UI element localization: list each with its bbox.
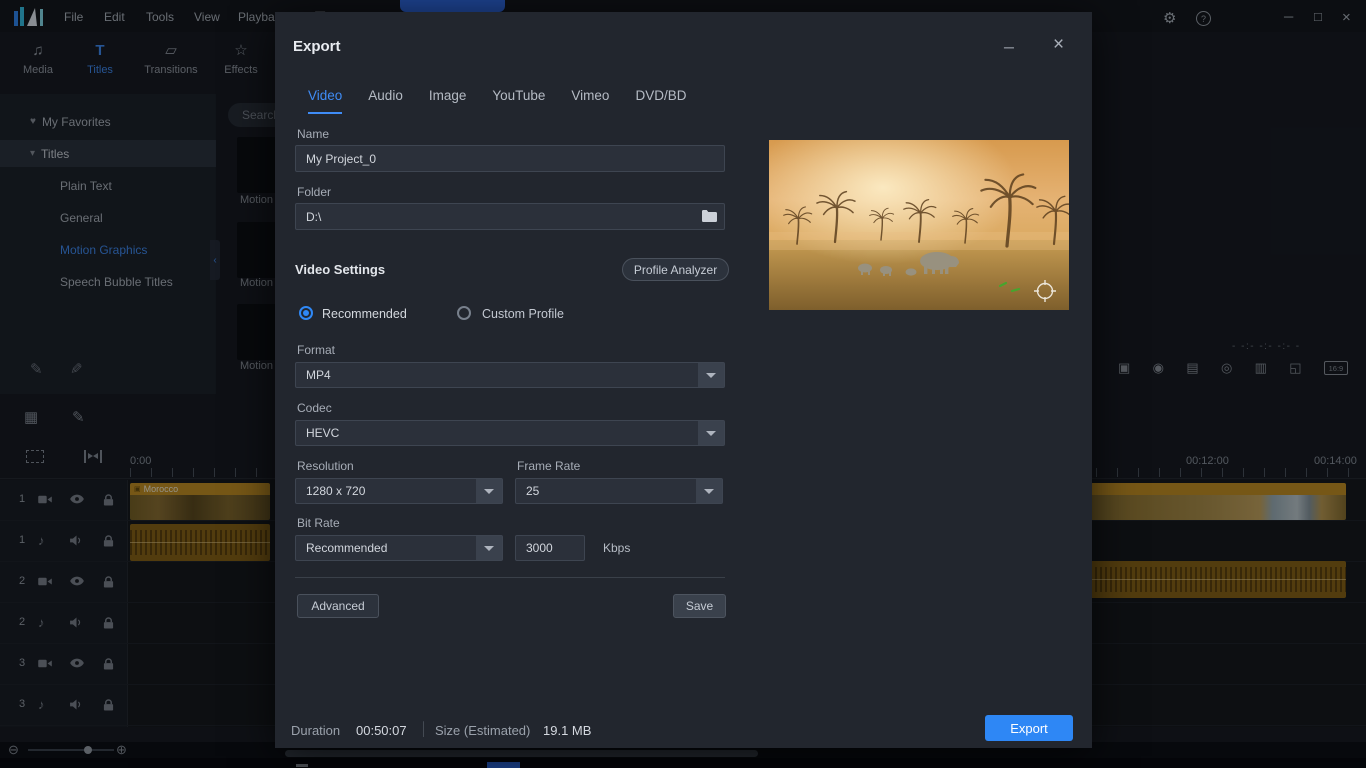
duration-value: 00:50:07 <box>356 723 407 738</box>
bitrate-kbps-field[interactable] <box>515 535 585 561</box>
kbps-unit-label: Kbps <box>603 541 631 555</box>
export-preview <box>769 140 1074 310</box>
dialog-close-icon[interactable]: × <box>1053 34 1064 56</box>
tab-image[interactable]: Image <box>429 88 467 114</box>
save-button[interactable]: Save <box>673 594 726 618</box>
recommended-radio-label: Recommended <box>322 307 407 321</box>
dialog-title: Export <box>293 38 341 55</box>
framerate-value: 25 <box>526 484 540 498</box>
tab-video[interactable]: Video <box>308 88 343 114</box>
size-value: 19.1 MB <box>543 723 592 738</box>
export-tabs: Video Audio Image YouTube Vimeo DVD/BD <box>308 88 686 114</box>
format-dropdown[interactable]: MP4 <box>295 362 725 388</box>
tab-youtube[interactable]: YouTube <box>492 88 545 114</box>
format-value: MP4 <box>306 368 331 382</box>
chevron-down-icon <box>476 536 502 560</box>
dialog-minimize-icon[interactable]: ─ <box>1004 39 1014 55</box>
name-field[interactable] <box>295 145 725 172</box>
resolution-label: Resolution <box>297 459 354 473</box>
framerate-dropdown[interactable]: 25 <box>515 478 723 504</box>
name-label: Name <box>297 127 330 141</box>
chevron-down-icon <box>698 421 724 445</box>
footer-divider: │ <box>420 721 429 736</box>
bitrate-dropdown[interactable]: Recommended <box>295 535 503 561</box>
bitrate-label: Bit Rate <box>297 516 340 530</box>
profile-analyzer-button[interactable]: Profile Analyzer <box>622 258 729 281</box>
resolution-dropdown[interactable]: 1280 x 720 <box>295 478 503 504</box>
chevron-down-icon <box>696 479 722 503</box>
folder-field[interactable] <box>295 203 725 230</box>
duration-label: Duration <box>291 723 341 738</box>
size-label: Size (Estimated) <box>435 723 531 738</box>
custom-profile-radio-label: Custom Profile <box>482 307 564 321</box>
export-dialog: Export ─ × Video Audio Image YouTube Vim… <box>275 12 1092 748</box>
folder-browse-icon[interactable] <box>701 209 718 222</box>
recommended-radio[interactable] <box>299 306 313 320</box>
codec-value: HEVC <box>306 426 340 440</box>
folder-label: Folder <box>297 185 332 199</box>
framerate-label: Frame Rate <box>517 459 581 473</box>
tab-dvd-bd[interactable]: DVD/BD <box>635 88 686 114</box>
advanced-button[interactable]: Advanced <box>297 594 379 618</box>
tab-vimeo[interactable]: Vimeo <box>571 88 609 114</box>
chevron-down-icon <box>476 479 502 503</box>
resolution-value: 1280 x 720 <box>306 484 366 498</box>
custom-profile-radio[interactable] <box>457 306 471 320</box>
chevron-down-icon <box>698 363 724 387</box>
tab-audio[interactable]: Audio <box>368 88 403 114</box>
export-button[interactable]: Export <box>985 715 1073 741</box>
format-label: Format <box>297 343 336 357</box>
video-settings-heading: Video Settings <box>295 262 386 277</box>
divider <box>295 577 725 578</box>
video-editor-app: File Edit Tools View Playback ▦ ⚙ ? ─ □ … <box>0 0 1366 768</box>
bitrate-value: Recommended <box>306 541 388 555</box>
codec-label: Codec <box>297 401 332 415</box>
codec-dropdown[interactable]: HEVC <box>295 420 725 446</box>
